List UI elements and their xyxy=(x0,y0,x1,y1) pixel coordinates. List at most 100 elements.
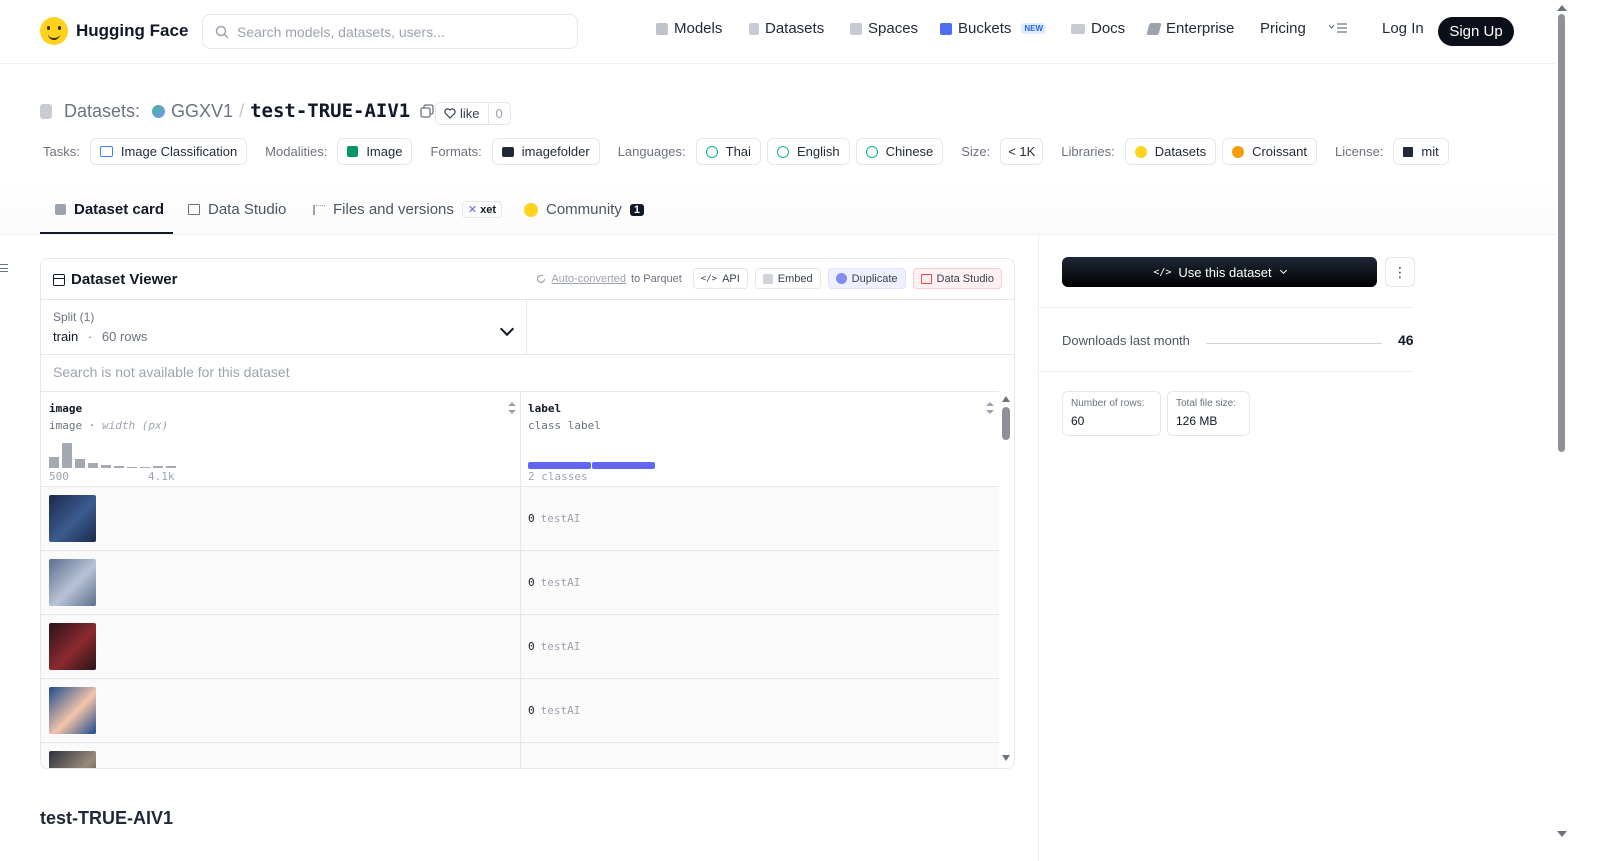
tag-library-datasets[interactable]: Datasets xyxy=(1124,138,1217,165)
data-studio-button[interactable]: Data Studio xyxy=(912,268,1002,289)
sort-icon[interactable] xyxy=(986,402,994,414)
histogram-bar[interactable] xyxy=(88,463,98,468)
label-name: testAI xyxy=(540,512,581,525)
column-subtype: width (px) xyxy=(102,419,169,432)
api-button[interactable]: </> API xyxy=(692,268,748,289)
search-input[interactable] xyxy=(237,23,557,40)
label-id: 0 xyxy=(528,640,535,653)
nav-models[interactable]: Models xyxy=(656,20,722,37)
tag-language-chinese[interactable]: Chinese xyxy=(855,138,944,165)
nav-datasets[interactable]: Datasets xyxy=(749,20,824,37)
split-value: train · 60 rows xyxy=(53,329,514,344)
repo-name[interactable]: test-TRUE-AIV1 xyxy=(250,100,410,122)
page-scrollbar-thumb[interactable] xyxy=(1558,14,1565,452)
image-thumbnail[interactable] xyxy=(49,559,96,606)
tag-text: Chinese xyxy=(885,144,934,159)
code-icon: </> xyxy=(1153,266,1172,278)
tab-community[interactable]: Community 1 xyxy=(524,201,644,218)
page-scroll-up-icon[interactable] xyxy=(1557,5,1567,11)
cube-icon xyxy=(656,22,668,35)
search-box[interactable] xyxy=(202,14,578,49)
page-scroll-down-icon[interactable] xyxy=(1557,831,1567,837)
tag-format[interactable]: imagefolder xyxy=(491,138,600,165)
split-selector[interactable]: Split (1) train · 60 rows xyxy=(41,300,527,355)
viewer-scrollbar[interactable] xyxy=(999,392,1014,768)
nav-spaces[interactable]: Spaces xyxy=(850,20,918,37)
nav-docs[interactable]: Docs xyxy=(1071,20,1125,37)
tag-library-croissant[interactable]: Croissant xyxy=(1222,138,1317,165)
tag-text: Datasets xyxy=(1154,144,1207,159)
tab-files-and-versions[interactable]: Files and versions ✕ xet xyxy=(313,201,503,218)
globe-icon xyxy=(776,145,789,158)
viewer-scrollbar-thumb[interactable] xyxy=(1002,407,1010,440)
column-type: class label xyxy=(528,419,601,432)
hugging-face-icon xyxy=(1134,145,1147,158)
column-header-label[interactable]: label class label 2 classes xyxy=(528,402,994,486)
tab-data-studio[interactable]: Data Studio xyxy=(188,201,286,218)
like-button[interactable]: like 0 xyxy=(435,102,511,125)
scroll-down-arrow-icon[interactable] xyxy=(1002,755,1010,761)
org-avatar[interactable] xyxy=(152,104,166,118)
nav-pricing[interactable]: Pricing xyxy=(1260,20,1306,37)
image-thumbnail[interactable] xyxy=(49,751,96,768)
histogram-bar[interactable] xyxy=(49,457,59,468)
more-options-button[interactable]: ⋮ xyxy=(1385,257,1415,287)
label-cell xyxy=(528,768,534,769)
scroll-up-arrow-icon[interactable] xyxy=(1002,396,1010,402)
tag-size[interactable]: < 1K xyxy=(1000,138,1044,165)
tag-language-english[interactable]: English xyxy=(766,138,850,165)
logo[interactable]: Hugging Face xyxy=(40,17,188,45)
histogram-bar[interactable] xyxy=(101,465,111,468)
histogram-bar[interactable] xyxy=(62,443,72,468)
histogram-bar[interactable] xyxy=(127,467,137,468)
histogram-bar[interactable] xyxy=(166,466,176,468)
tag-license[interactable]: mit xyxy=(1393,138,1449,165)
image-thumbnail[interactable] xyxy=(49,623,96,670)
histogram-bar[interactable] xyxy=(153,466,163,468)
signup-button[interactable]: Sign Up xyxy=(1438,17,1514,46)
org-link[interactable]: GGXV1 xyxy=(171,101,233,122)
class-bar[interactable] xyxy=(528,462,591,469)
tag-language-thai[interactable]: Thai xyxy=(695,138,761,165)
histogram-bar[interactable] xyxy=(114,466,124,468)
embed-icon xyxy=(762,273,773,284)
nav-enterprise[interactable]: Enterprise xyxy=(1146,20,1234,37)
duplicate-button[interactable]: Duplicate xyxy=(827,268,906,289)
auto-converted-link[interactable]: Auto-converted xyxy=(551,273,626,285)
nav-more-menu[interactable] xyxy=(1329,22,1347,34)
column-type: image · width (px) xyxy=(49,419,169,432)
formats-label: Formats: xyxy=(430,144,482,159)
sort-icon[interactable] xyxy=(508,402,516,414)
histogram-bar[interactable] xyxy=(75,459,85,468)
sidebar-toggle-icon[interactable] xyxy=(0,264,8,272)
tag-modality[interactable]: Image xyxy=(337,138,413,165)
nav-buckets[interactable]: Buckets NEW xyxy=(940,20,1047,37)
repo-type-link[interactable]: Datasets: xyxy=(64,101,140,122)
hugging-face-logo-icon xyxy=(40,17,68,45)
table-icon xyxy=(53,273,65,286)
files-icon xyxy=(313,204,325,215)
label-id: 0 xyxy=(528,576,535,589)
histogram-bar[interactable] xyxy=(140,467,150,468)
image-thumbnail[interactable] xyxy=(49,495,96,542)
embed-button[interactable]: Embed xyxy=(754,268,821,289)
copy-icon[interactable] xyxy=(420,104,434,118)
search-icon xyxy=(215,25,229,39)
column-header-image[interactable]: image image · width (px) 500 4.1k xyxy=(49,402,516,486)
tab-dataset-card[interactable]: Dataset card xyxy=(55,201,164,218)
class-bar[interactable] xyxy=(592,462,655,469)
image-thumbnail[interactable] xyxy=(49,687,96,734)
use-this-dataset-button[interactable]: </> Use this dataset xyxy=(1062,257,1377,287)
stat-label: Total file size: xyxy=(1176,398,1237,409)
auto-converted-note[interactable]: Auto-converted to Parquet xyxy=(536,273,682,285)
bucket-icon xyxy=(940,22,952,35)
stat-total-file-size: Total file size: 126 MB xyxy=(1167,391,1250,436)
image-classification-icon xyxy=(99,146,113,157)
stat-number-of-rows: Number of rows: 60 xyxy=(1062,391,1161,436)
login-link[interactable]: Log In xyxy=(1382,20,1424,37)
globe-icon xyxy=(865,145,878,158)
button-label: Use this dataset xyxy=(1178,264,1272,280)
tag-task[interactable]: Image Classification xyxy=(89,138,248,165)
libraries-label: Libraries: xyxy=(1061,144,1115,159)
downloads-label: Downloads last month xyxy=(1062,333,1190,348)
